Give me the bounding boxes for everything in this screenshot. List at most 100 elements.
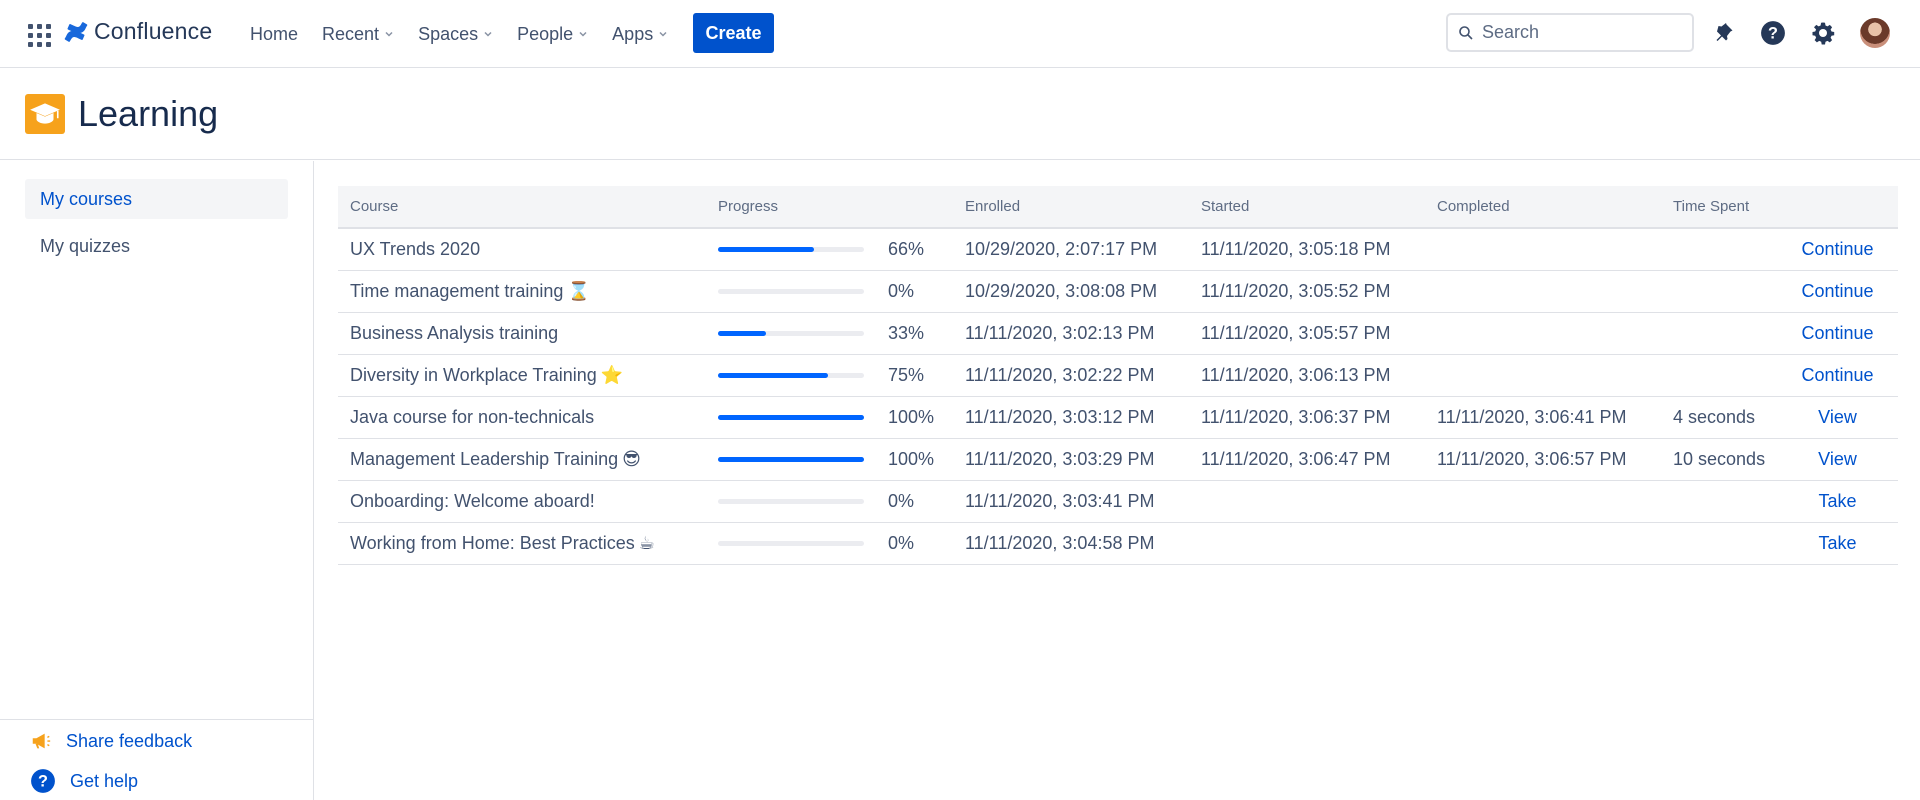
progress-cell: 100% <box>706 438 953 480</box>
top-navigation: Confluence Home Recent Spaces People App… <box>0 0 1920 68</box>
nav-item-label: People <box>517 23 574 44</box>
progress-bar <box>718 330 864 336</box>
column-header-course[interactable]: Course <box>338 186 706 228</box>
sidebar-item-label: My courses <box>40 188 133 209</box>
take-link[interactable]: Take <box>1777 480 1898 522</box>
started-cell: 11/11/2020, 3:06:47 PM <box>1201 448 1391 469</box>
progress-percent: 33% <box>888 322 925 343</box>
table-header-row: Course Progress Enrolled Started Complet… <box>338 186 1898 228</box>
progress-cell: 0% <box>706 522 953 564</box>
course-name: Working from Home: Best Practices <box>350 532 635 553</box>
course-name: Java course for non-technicals <box>350 406 595 427</box>
started-cell: 11/11/2020, 3:05:52 PM <box>1201 280 1391 301</box>
notification-icon[interactable] <box>1709 18 1739 48</box>
get-help-link[interactable]: ? Get help <box>30 768 138 794</box>
progress-bar-fill <box>718 414 864 420</box>
courses-table: Course Progress Enrolled Started Complet… <box>338 186 1898 565</box>
started-cell <box>1189 480 1425 522</box>
started-cell: 11/11/2020, 3:05:18 PM <box>1201 238 1391 259</box>
sidebar-footer: Share feedback ? Get help <box>0 719 314 800</box>
column-header-action <box>1777 186 1898 228</box>
confluence-logo[interactable]: Confluence <box>64 18 212 45</box>
logo-text: Confluence <box>94 18 213 44</box>
table-row: Diversity in Workplace Training ⭐ 75% 11/11… <box>338 354 1898 396</box>
nav-item-people[interactable]: People <box>505 18 600 50</box>
sidebar-item-my-quizzes[interactable]: My quizzes <box>25 226 288 266</box>
search-input[interactable] <box>1482 22 1682 43</box>
column-header-enrolled[interactable]: Enrolled <box>953 186 1189 228</box>
completed-cell <box>1425 228 1661 270</box>
progress-bar <box>718 372 864 378</box>
take-link[interactable]: Take <box>1777 522 1898 564</box>
courses-table-container: Course Progress Enrolled Started Complet… <box>338 186 1898 565</box>
course-cell: Working from Home: Best Practices ☕ <box>338 522 706 564</box>
column-header-time-spent[interactable]: Time Spent <box>1661 186 1777 228</box>
progress-percent: 75% <box>888 364 925 385</box>
chevron-down-icon <box>385 31 393 37</box>
nav-item-recent[interactable]: Recent <box>310 18 406 50</box>
continue-link[interactable]: Continue <box>1777 354 1898 396</box>
table-row: Working from Home: Best Practices ☕ 0% 11/1… <box>338 522 1898 564</box>
column-header-completed[interactable]: Completed <box>1425 186 1661 228</box>
continue-link[interactable]: Continue <box>1777 312 1898 354</box>
search-box[interactable] <box>1446 13 1694 52</box>
view-link[interactable]: View <box>1777 438 1898 480</box>
app-switcher-icon[interactable] <box>26 22 51 47</box>
help-icon[interactable]: ? <box>1758 18 1788 48</box>
time-spent-cell <box>1661 522 1777 564</box>
course-name: Time management training <box>350 280 564 301</box>
nav-item-apps[interactable]: Apps <box>600 18 680 50</box>
space-header: Learning <box>0 69 1920 160</box>
chevron-down-icon <box>659 31 667 37</box>
progress-bar <box>718 247 864 253</box>
started-cell: 11/11/2020, 3:06:13 PM <box>1201 364 1391 385</box>
continue-link[interactable]: Continue <box>1777 228 1898 270</box>
progress-percent: 0% <box>888 280 915 301</box>
gear-icon[interactable] <box>1808 18 1838 48</box>
progress-percent: 66% <box>888 239 925 260</box>
enrolled-cell: 11/11/2020, 3:02:13 PM <box>965 322 1155 343</box>
completed-cell <box>1425 480 1661 522</box>
course-emoji: ⌛ <box>567 280 590 302</box>
column-header-started[interactable]: Started <box>1189 186 1425 228</box>
progress-cell: 0% <box>706 480 953 522</box>
sidebar: My courses My quizzes Share feedback ? G… <box>0 161 314 800</box>
table-row: Time management training ⌛ 0% 10/29/2020, 3… <box>338 270 1898 312</box>
avatar[interactable] <box>1860 18 1890 48</box>
time-spent-cell <box>1661 312 1777 354</box>
course-name: UX Trends 2020 <box>350 238 481 259</box>
progress-bar-fill <box>718 330 767 336</box>
nav-item-home[interactable]: Home <box>238 18 310 50</box>
course-cell: Time management training ⌛ <box>338 270 706 312</box>
view-link[interactable]: View <box>1777 396 1898 438</box>
completed-cell <box>1425 522 1661 564</box>
enrolled-cell: 11/11/2020, 3:03:41 PM <box>965 490 1155 511</box>
progress-bar-fill <box>718 372 828 378</box>
share-feedback-link[interactable]: Share feedback <box>30 730 192 752</box>
share-feedback-label: Share feedback <box>66 730 193 751</box>
table-row: Business Analysis training 33% 11/11/2020,… <box>338 312 1898 354</box>
progress-bar-fill <box>718 247 815 253</box>
course-emoji: ☕ <box>638 532 655 554</box>
megaphone-icon <box>32 733 51 749</box>
svg-text:?: ? <box>1768 24 1778 42</box>
course-cell: Diversity in Workplace Training ⭐ <box>338 354 706 396</box>
column-header-progress[interactable]: Progress <box>706 186 953 228</box>
progress-cell: 33% <box>706 312 953 354</box>
enrolled-cell: 10/29/2020, 3:08:08 PM <box>965 280 1158 301</box>
time-spent-cell: 4 seconds <box>1673 406 1756 427</box>
nav-item-spaces[interactable]: Spaces <box>406 18 505 50</box>
sidebar-item-my-courses[interactable]: My courses <box>25 179 288 219</box>
chevron-down-icon <box>484 31 492 37</box>
course-name: Business Analysis training <box>350 322 559 343</box>
progress-bar <box>718 288 864 294</box>
course-name: Onboarding: Welcome aboard! <box>350 490 595 511</box>
create-button[interactable]: Create <box>693 13 774 53</box>
enrolled-cell: 10/29/2020, 2:07:17 PM <box>965 238 1158 259</box>
course-name: Diversity in Workplace Training <box>350 364 597 385</box>
continue-link[interactable]: Continue <box>1777 270 1898 312</box>
course-cell: Business Analysis training <box>338 312 706 354</box>
started-cell <box>1189 522 1425 564</box>
enrolled-cell: 11/11/2020, 3:04:58 PM <box>965 532 1155 553</box>
course-cell: Onboarding: Welcome aboard! <box>338 480 706 522</box>
